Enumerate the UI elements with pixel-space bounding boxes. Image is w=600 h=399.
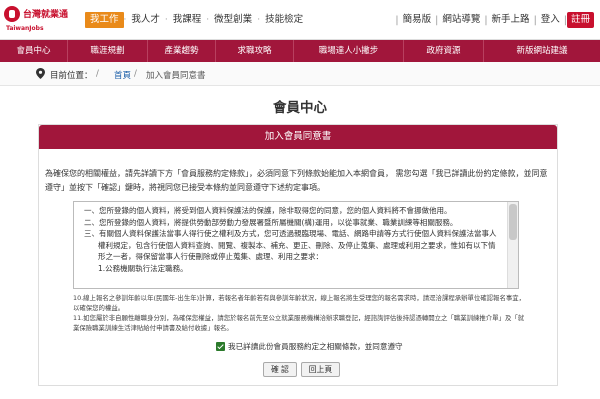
logo-icon (4, 6, 20, 22)
mainnav-item-feedback[interactable]: 新版網站建議 (484, 40, 600, 62)
main-nav: 會員中心 職涯規劃 產業趨勢 求職攻略 職場達人小撇步 政府資源 新版網站建議 (0, 40, 600, 62)
term-item: 權利規定，包含行使個人資料查詢、閱覽、複製本、補充、更正、刪除、及停止蒐集、處理… (98, 240, 496, 250)
term-item: 一、您所登錄的個人資料，將受到個人資料保護法的保護，除非取得您的同意，您的個人資… (84, 206, 452, 215)
page-title: 會員中心 (273, 100, 327, 116)
agreement-panel: 加入會員同意書 為確保您的相關權益，請先詳讀下方「會員服務約定條款」，必須同意下… (38, 124, 558, 386)
utility-links: | 簡易版 | 網站導覽 | 新手上路 | 登入 | 註冊 (395, 12, 594, 28)
term-item: 三、有關個人資料保護法當事人得行使之權利及方式，您可透過親臨現場、電話、網路申請… (84, 229, 497, 239)
term-item: 形之一者，得保留當事人行使刪除或停止蒐集、處理、利用之要求： (98, 252, 323, 262)
term-item: 二、您所登錄的個人資料，將提供勞動部勞動力發展署暨所屬機關(構)運用，以從事就業… (84, 217, 458, 227)
breadcrumb: 目前位置： / 首頁 / 加入會員同意書 (0, 62, 600, 86)
agree-label: 我已詳讀此份會員服務約定之相關條款，並同意遵守 (228, 342, 403, 351)
back-button[interactable]: 回上頁 (300, 362, 341, 377)
simple-version-link[interactable]: 簡易版 (399, 12, 436, 28)
breadcrumb-separator: / (96, 69, 99, 79)
note-item: 11.如您屬於非自願性離職身分別，為確保您權益，請您於報名前先至公立就業服務機構… (73, 314, 525, 332)
mainnav-item-industry[interactable]: 產業趨勢 (148, 40, 216, 62)
mainnav-item-jobtips[interactable]: 求職攻略 (216, 40, 294, 62)
sitemap-link[interactable]: 網站導覽 (438, 12, 484, 28)
action-buttons: 確 認 回上頁 (263, 362, 341, 377)
topnav-item-course[interactable]: 我課程 (168, 12, 207, 28)
term-item: 1.公務機關執行法定職務。 (98, 263, 188, 273)
panel-title: 加入會員同意書 (39, 125, 557, 149)
taiwanjobs-logo[interactable]: 台灣就業通 TaiwanJobs (4, 4, 80, 36)
agree-checkbox[interactable] (216, 342, 225, 351)
topnav-item-skills[interactable]: 技能檢定 (260, 12, 308, 28)
confirm-button[interactable]: 確 認 (263, 362, 297, 377)
register-button[interactable]: 註冊 (566, 12, 594, 28)
top-nav: 我工作 ‧ 我人才 ‧ 我課程 ‧ 微型創業 ‧ 技能檢定 (85, 12, 308, 28)
terms-scrollbar[interactable] (507, 202, 518, 288)
location-pin-icon (36, 68, 45, 79)
mainnav-item-gov[interactable]: 政府資源 (404, 40, 484, 62)
topnav-item-talent[interactable]: 我人才 (126, 12, 165, 28)
login-link[interactable]: 登入 (537, 12, 564, 28)
guide-link[interactable]: 新手上路 (488, 12, 534, 28)
note-item: 10.線上報名之參訓年齡以年(民國年-出生年)計算，若報名者年齡若有與參訓年齡狀… (73, 294, 526, 312)
intro-text: 為確保您的相關權益，請先詳讀下方「會員服務約定條款」，必須同意下列條款始能加入本… (45, 169, 548, 192)
scrollbar-thumb[interactable] (509, 204, 517, 240)
breadcrumb-label: 目前位置： (50, 71, 93, 81)
mainnav-item-career[interactable]: 職涯規劃 (68, 40, 148, 62)
logo-title: 台灣就業通 (23, 10, 69, 20)
terms-box[interactable]: 一、您所登錄的個人資料，將受到個人資料保護法的保護，除非取得您的同意，您的個人資… (73, 201, 519, 289)
logo-subtitle: TaiwanJobs (6, 25, 44, 32)
terms-content: 一、您所登錄的個人資料，將受到個人資料保護法的保護，除非取得您的同意，您的個人資… (74, 202, 508, 288)
topnav-item-job[interactable]: 我工作 (85, 12, 124, 28)
breadcrumb-current: 加入會員同意書 (146, 71, 206, 81)
top-bar: 台灣就業通 TaiwanJobs 我工作 ‧ 我人才 ‧ 我課程 ‧ 微型創業 … (0, 0, 600, 40)
mainnav-item-member[interactable]: 會員中心 (0, 40, 68, 62)
topnav-item-startup[interactable]: 微型創業 (209, 12, 257, 28)
notes: 10.線上報名之參訓年齡以年(民國年-出生年)計算，若報名者年齡若有與參訓年齡狀… (73, 293, 525, 333)
agree-checkbox-row[interactable]: 我已詳讀此份會員服務約定之相關條款，並同意遵守 (216, 341, 403, 352)
mainnav-item-tips[interactable]: 職場達人小撇步 (294, 40, 404, 62)
breadcrumb-separator: / (134, 69, 137, 79)
breadcrumb-home-link[interactable]: 首頁 (114, 69, 131, 81)
